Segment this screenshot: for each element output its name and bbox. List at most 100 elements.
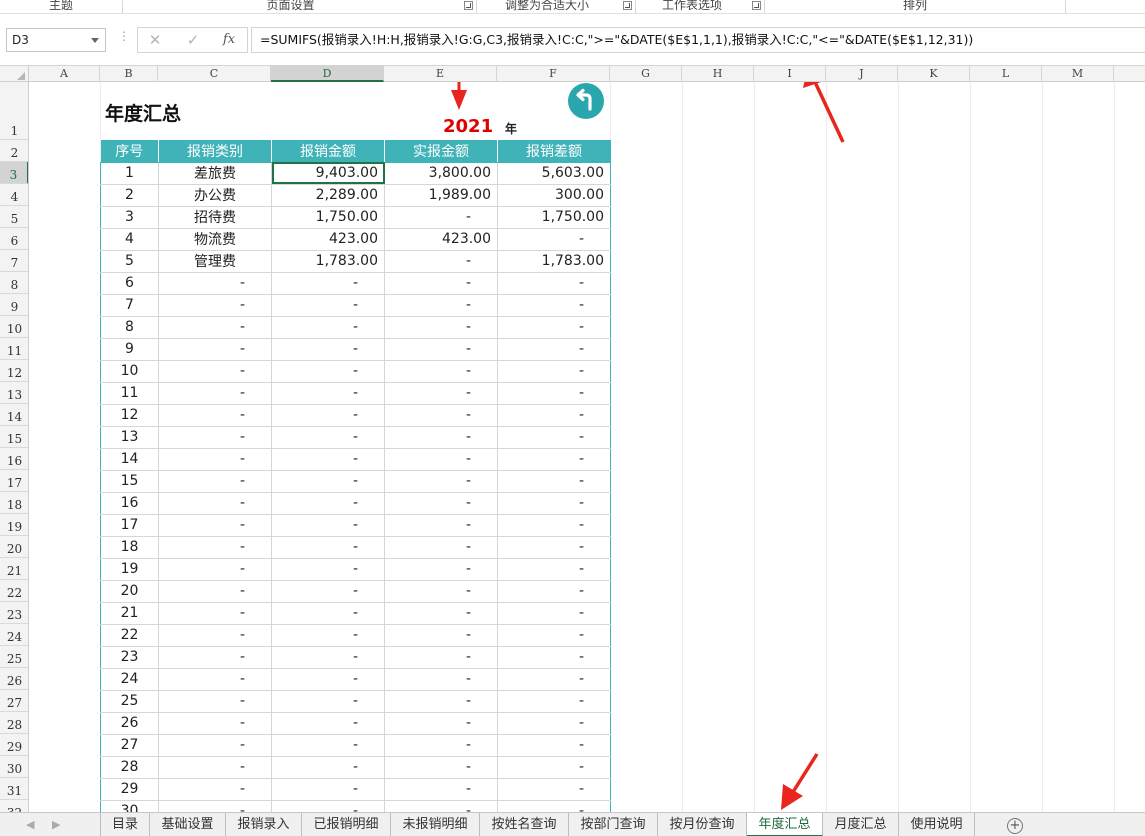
cell-category[interactable]: 差旅费 bbox=[158, 162, 272, 185]
cell-paid-amount[interactable]: - bbox=[384, 712, 498, 735]
cell-category[interactable]: - bbox=[158, 558, 272, 581]
cell-category[interactable]: - bbox=[158, 624, 272, 647]
tab-scroll-left-icon[interactable]: ◀ bbox=[26, 818, 34, 831]
cell-difference[interactable]: 1,750.00 bbox=[497, 206, 611, 229]
row-header[interactable]: 27 bbox=[0, 690, 28, 712]
cell-difference[interactable]: - bbox=[497, 492, 611, 515]
row-header[interactable]: 32 bbox=[0, 800, 28, 812]
cell-index[interactable]: 16 bbox=[100, 492, 159, 515]
cell-category[interactable]: - bbox=[158, 580, 272, 603]
tab-expense-entry[interactable]: 报销录入 bbox=[226, 813, 302, 836]
cell-claim-amount[interactable]: - bbox=[271, 448, 385, 471]
cell-category[interactable]: - bbox=[158, 360, 272, 383]
column-header-l[interactable]: L bbox=[970, 66, 1042, 82]
cell-category[interactable]: - bbox=[158, 426, 272, 449]
tab-query-by-name[interactable]: 按姓名查询 bbox=[480, 813, 569, 836]
row-header[interactable]: 16 bbox=[0, 448, 28, 470]
cell-claim-amount[interactable]: - bbox=[271, 712, 385, 735]
cell-difference[interactable]: - bbox=[497, 580, 611, 603]
cell-claim-amount[interactable]: - bbox=[271, 756, 385, 779]
cell-claim-amount[interactable]: - bbox=[271, 294, 385, 317]
cell-claim-amount[interactable]: 1,783.00 bbox=[271, 250, 385, 273]
cell-claim-amount[interactable]: - bbox=[271, 734, 385, 757]
row-header[interactable]: 11 bbox=[0, 338, 28, 360]
row-header[interactable]: 7 bbox=[0, 250, 28, 272]
cell-index[interactable]: 25 bbox=[100, 690, 159, 713]
cell-difference[interactable]: - bbox=[497, 228, 611, 251]
cell-paid-amount[interactable]: - bbox=[384, 668, 498, 691]
cell-index[interactable]: 12 bbox=[100, 404, 159, 427]
cell-claim-amount[interactable]: - bbox=[271, 492, 385, 515]
cell-paid-amount[interactable]: - bbox=[384, 734, 498, 757]
column-header-b[interactable]: B bbox=[100, 66, 158, 82]
cell-index[interactable]: 28 bbox=[100, 756, 159, 779]
cell-index[interactable]: 23 bbox=[100, 646, 159, 669]
header-paid-amount[interactable]: 实报金额 bbox=[384, 140, 498, 163]
cell-category[interactable]: - bbox=[158, 734, 272, 757]
cell-category[interactable]: - bbox=[158, 778, 272, 801]
cancel-icon[interactable]: ✕ bbox=[142, 30, 168, 50]
cell-index[interactable]: 20 bbox=[100, 580, 159, 603]
column-header-i[interactable]: I bbox=[754, 66, 826, 82]
cell-difference[interactable]: - bbox=[497, 382, 611, 405]
cell-index[interactable]: 21 bbox=[100, 602, 159, 625]
cell-index[interactable]: 8 bbox=[100, 316, 159, 339]
cell-index[interactable]: 4 bbox=[100, 228, 159, 251]
cell-claim-amount[interactable]: - bbox=[271, 426, 385, 449]
header-index[interactable]: 序号 bbox=[100, 140, 159, 163]
cell-paid-amount[interactable]: 1,989.00 bbox=[384, 184, 498, 207]
row-header[interactable]: 18 bbox=[0, 492, 28, 514]
cell-paid-amount[interactable]: - bbox=[384, 250, 498, 273]
cell-paid-amount[interactable]: - bbox=[384, 514, 498, 537]
cell-difference[interactable]: - bbox=[497, 294, 611, 317]
cell-difference[interactable]: - bbox=[497, 338, 611, 361]
cell-index[interactable]: 24 bbox=[100, 668, 159, 691]
cell-claim-amount[interactable]: - bbox=[271, 536, 385, 559]
cell-category[interactable]: - bbox=[158, 712, 272, 735]
cell-claim-amount[interactable]: - bbox=[271, 800, 385, 812]
cell-claim-amount[interactable]: - bbox=[271, 646, 385, 669]
cell-claim-amount[interactable]: - bbox=[271, 690, 385, 713]
cell-difference[interactable]: - bbox=[497, 448, 611, 471]
cell-category[interactable]: - bbox=[158, 272, 272, 295]
cell-category[interactable]: 招待费 bbox=[158, 206, 272, 229]
row-header[interactable]: 21 bbox=[0, 558, 28, 580]
tab-instructions[interactable]: 使用说明 bbox=[899, 813, 975, 836]
row-header[interactable]: 15 bbox=[0, 426, 28, 448]
cell-difference[interactable]: - bbox=[497, 514, 611, 537]
column-header-a[interactable]: A bbox=[29, 66, 100, 82]
cell-paid-amount[interactable]: - bbox=[384, 338, 498, 361]
cell-difference[interactable]: - bbox=[497, 316, 611, 339]
column-header-c[interactable]: C bbox=[158, 66, 271, 82]
tab-catalog[interactable]: 目录 bbox=[100, 813, 150, 836]
worksheet-grid[interactable]: 年度汇总 2021 年 序号 报销类别 报销金额 实报金额 报销差额 1 差旅费 9… bbox=[29, 82, 1145, 812]
row-header[interactable]: 28 bbox=[0, 712, 28, 734]
header-difference[interactable]: 报销差额 bbox=[497, 140, 611, 163]
row-header[interactable]: 26 bbox=[0, 668, 28, 690]
cell-paid-amount[interactable]: - bbox=[384, 448, 498, 471]
tab-reimbursed-details[interactable]: 已报销明细 bbox=[302, 813, 391, 836]
cell-difference[interactable]: - bbox=[497, 668, 611, 691]
cell-paid-amount[interactable]: - bbox=[384, 646, 498, 669]
row-header[interactable]: 1 bbox=[0, 82, 28, 140]
cell-paid-amount[interactable]: - bbox=[384, 294, 498, 317]
cell-index[interactable]: 6 bbox=[100, 272, 159, 295]
cell-paid-amount[interactable]: - bbox=[384, 690, 498, 713]
cell-paid-amount[interactable]: - bbox=[384, 272, 498, 295]
cell-paid-amount[interactable]: - bbox=[384, 492, 498, 515]
more-options-icon[interactable]: ⋮ bbox=[118, 29, 130, 43]
tab-annual-summary[interactable]: 年度汇总 bbox=[747, 813, 823, 836]
cell-category[interactable]: - bbox=[158, 470, 272, 493]
add-sheet-icon[interactable]: + bbox=[1007, 818, 1023, 834]
cell-index[interactable]: 1 bbox=[100, 162, 159, 185]
cell-claim-amount[interactable]: - bbox=[271, 778, 385, 801]
cell-paid-amount[interactable]: - bbox=[384, 756, 498, 779]
cell-difference[interactable]: - bbox=[497, 778, 611, 801]
cell-category[interactable]: - bbox=[158, 448, 272, 471]
cell-category[interactable]: - bbox=[158, 756, 272, 779]
column-header-j[interactable]: J bbox=[826, 66, 898, 82]
cell-difference[interactable]: 1,783.00 bbox=[497, 250, 611, 273]
cell-claim-amount[interactable]: - bbox=[271, 514, 385, 537]
cell-difference[interactable]: - bbox=[497, 360, 611, 383]
row-header[interactable]: 22 bbox=[0, 580, 28, 602]
